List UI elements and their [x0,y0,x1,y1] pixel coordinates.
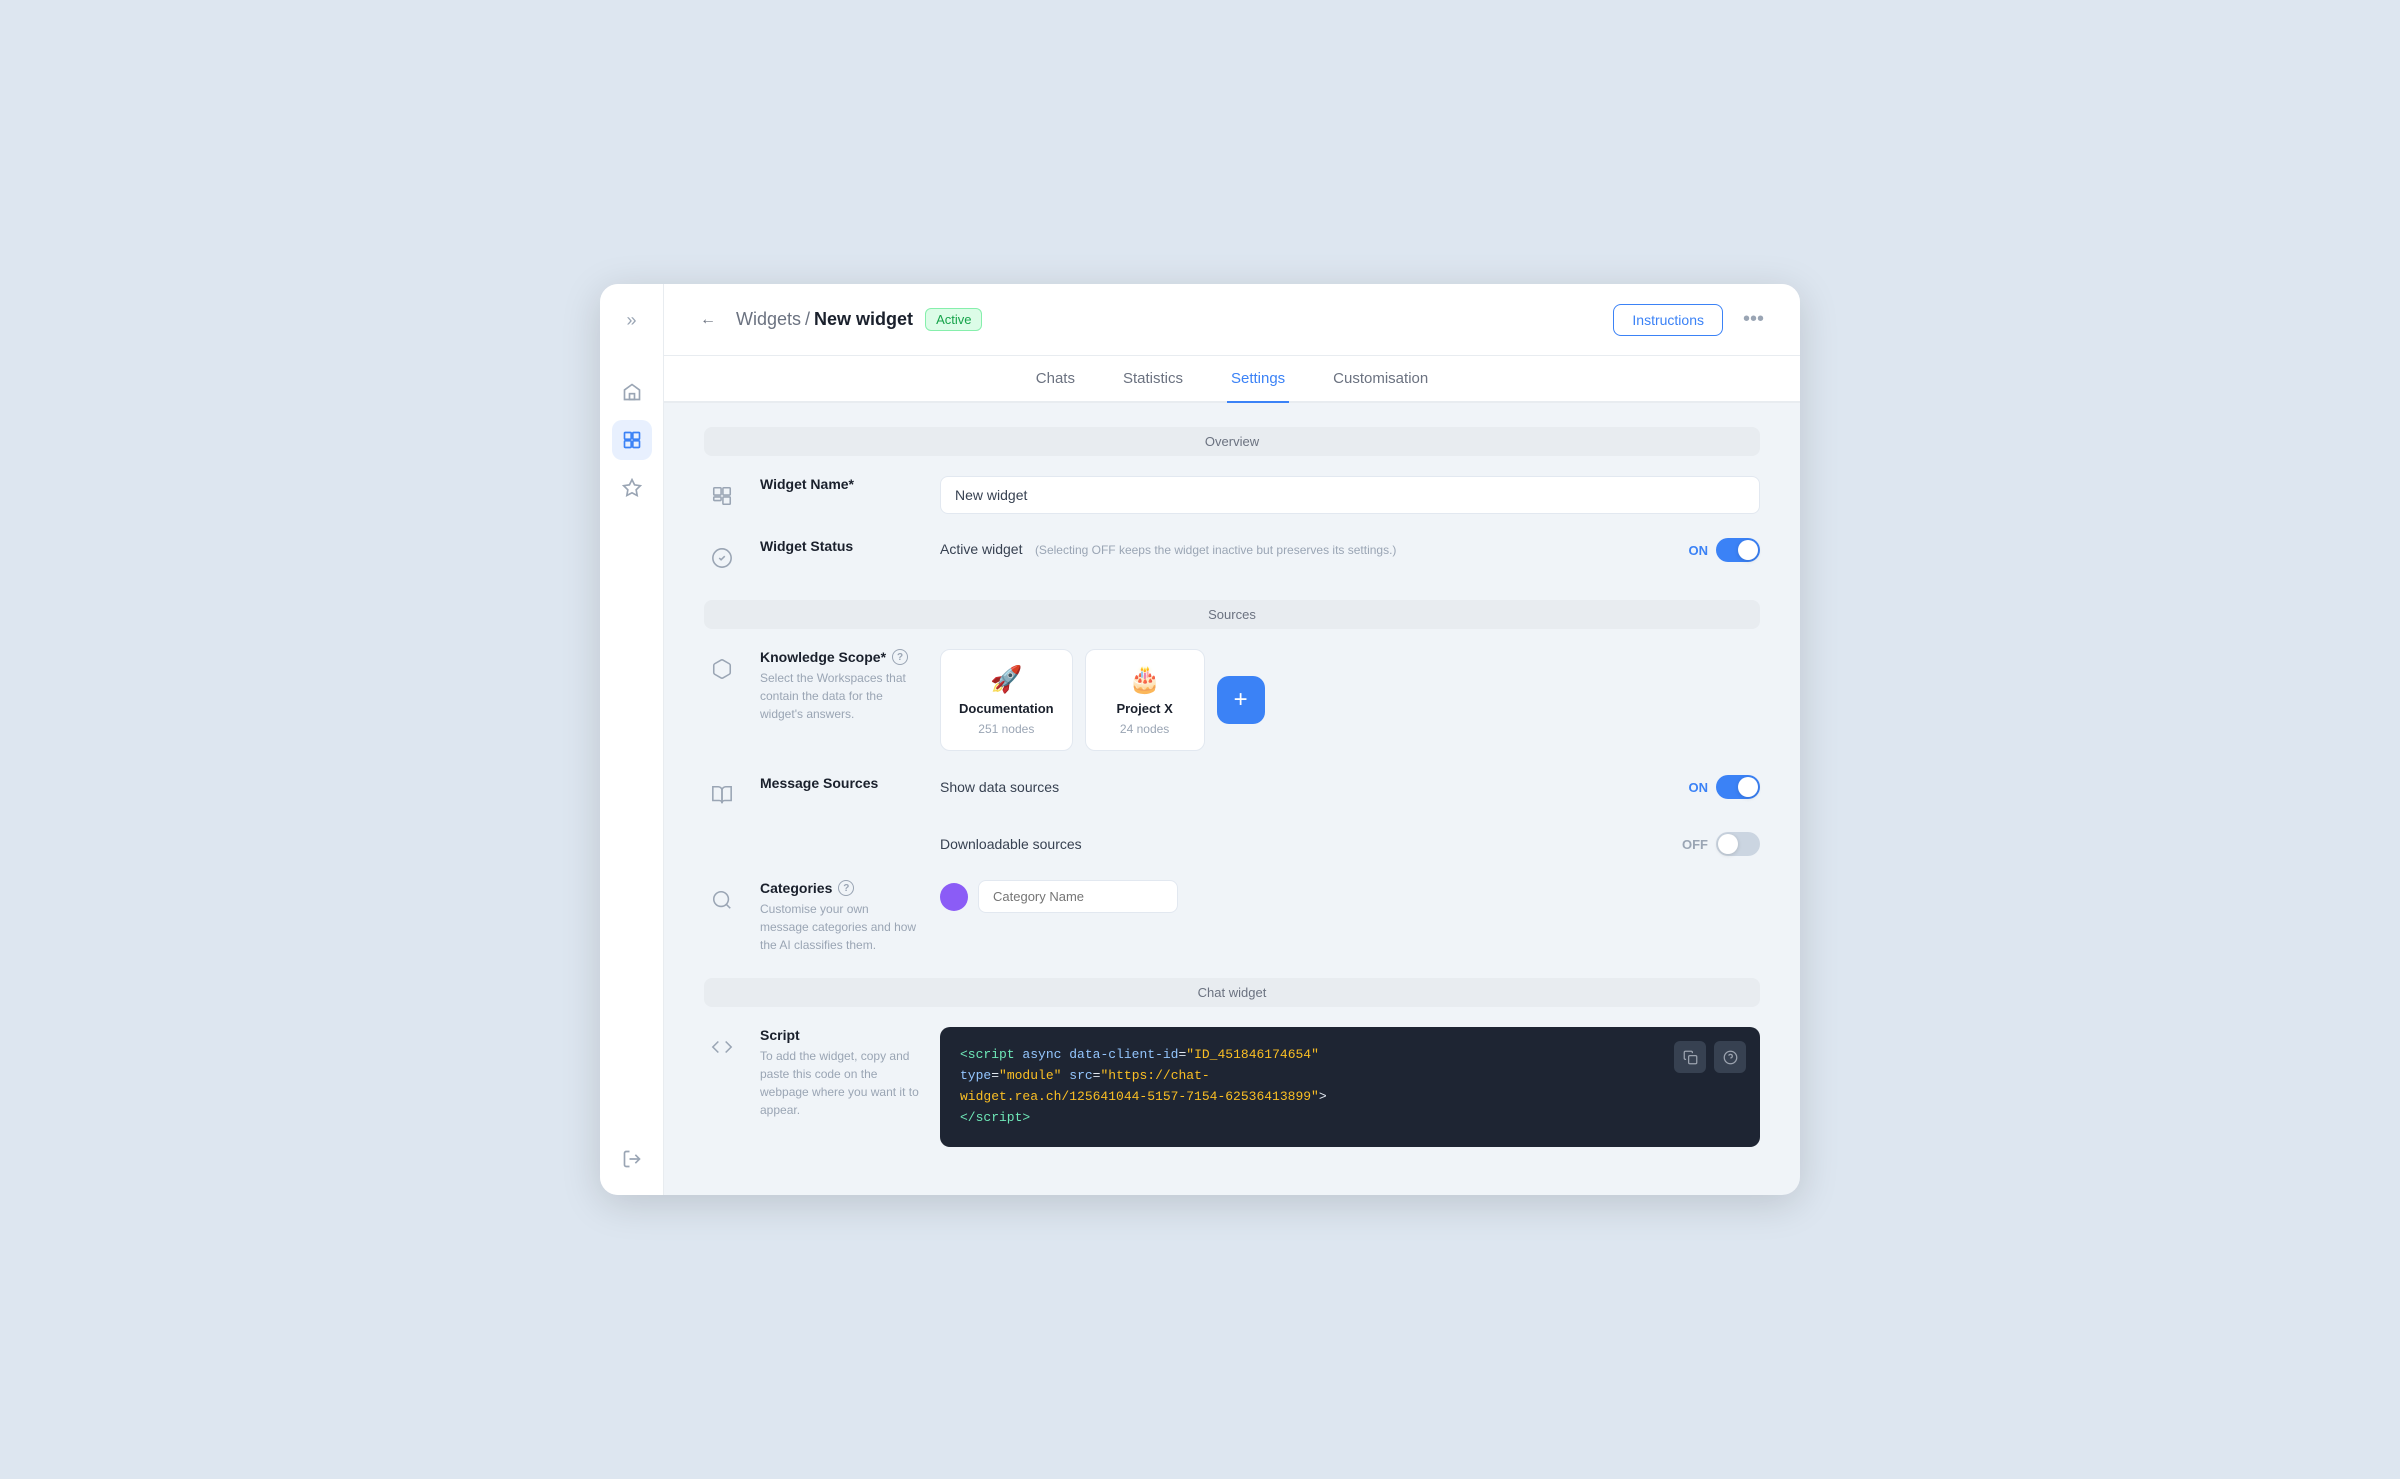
widget-status-icon [704,540,740,576]
script-icon [704,1029,740,1065]
script-label: Script [760,1027,920,1043]
message-sources-label-group: Message Sources [760,775,920,795]
breadcrumb-separator: / [805,309,810,330]
knowledge-scope-info-icon[interactable]: ? [892,649,908,665]
downloadable-sources-state: OFF [1682,837,1708,852]
script-code: <script async data-client-id="ID_4518461… [960,1045,1740,1128]
status-badge: Active [925,308,982,331]
categories-icon [704,882,740,918]
sidebar-item-favorites[interactable] [612,468,652,508]
categories-sublabel: Customise your own message categories an… [760,900,920,954]
tab-statistics[interactable]: Statistics [1119,356,1187,403]
back-button[interactable]: ← [692,304,724,336]
breadcrumb: Widgets / New widget [736,309,913,330]
tab-chats[interactable]: Chats [1032,356,1079,403]
tabs-bar: Chats Statistics Settings Customisation [664,356,1800,403]
project-x-nodes: 24 nodes [1120,722,1169,736]
widget-status-toggle-state: ON [1689,543,1709,558]
script-label-group: Script To add the widget, copy and paste… [760,1027,920,1119]
categories-label-group: Categories ? Customise your own message … [760,880,920,954]
widget-status-toggle-wrap: ON [1689,538,1761,562]
message-sources-label: Message Sources [760,775,920,791]
widget-status-toggle-row: Active widget (Selecting OFF keeps the w… [940,538,1760,562]
add-workspace-button[interactable]: + [1217,676,1265,724]
section-sources-label: Sources [704,600,1760,629]
knowledge-scope-label: Knowledge Scope* ? [760,649,920,665]
widget-status-label-group: Widget Status [760,538,920,558]
show-data-sources-row: Show data sources ON [940,775,1760,799]
widget-status-control: Active widget (Selecting OFF keeps the w… [940,538,1760,562]
widget-name-label: Widget Name* [760,476,920,492]
message-sources-icon [704,777,740,813]
sidebar-collapse-btn[interactable]: » [612,300,652,340]
widget-status-row: Widget Status Active widget (Selecting O… [704,538,1760,576]
project-x-name: Project X [1116,701,1172,716]
category-input-row [940,880,1760,913]
section-chat-widget-label: Chat widget [704,978,1760,1007]
script-box: <script async data-client-id="ID_4518461… [940,1027,1760,1146]
script-row: Script To add the widget, copy and paste… [704,1027,1760,1146]
tab-settings[interactable]: Settings [1227,356,1289,403]
widget-status-toggle[interactable] [1716,538,1760,562]
header: ← Widgets / New widget Active Instructio… [664,284,1800,356]
message-sources-toggles: Show data sources ON Downloadable source… [940,775,1760,856]
downloadable-sources-label: Downloadable sources [940,836,1082,852]
downloadable-sources-toggle[interactable] [1716,832,1760,856]
tab-customisation[interactable]: Customisation [1329,356,1432,403]
sidebar-item-widgets[interactable] [612,420,652,460]
widget-status-description: Active widget (Selecting OFF keeps the w… [940,541,1396,559]
help-script-button[interactable] [1714,1041,1746,1073]
show-data-sources-toggle[interactable] [1716,775,1760,799]
show-data-sources-state: ON [1689,780,1709,795]
header-right: Instructions ••• [1613,304,1772,336]
widget-name-row: Widget Name* [704,476,1760,514]
categories-label: Categories ? [760,880,920,896]
documentation-emoji: 🚀 [990,664,1022,695]
sidebar-item-home[interactable] [612,372,652,412]
knowledge-scope-control: 🚀 Documentation 251 nodes 🎂 Project X 24… [940,649,1760,751]
categories-control [940,880,1760,913]
category-color-picker[interactable] [940,883,968,911]
script-actions [1674,1041,1746,1073]
widget-name-label-group: Widget Name* [760,476,920,496]
copy-script-button[interactable] [1674,1041,1706,1073]
message-sources-control: Show data sources ON Downloadable source… [940,775,1760,856]
message-sources-row: Message Sources Show data sources ON [704,775,1760,856]
knowledge-scope-sublabel: Select the Workspaces that contain the d… [760,669,920,723]
more-options-button[interactable]: ••• [1735,304,1772,335]
documentation-nodes: 251 nodes [978,722,1034,736]
sidebar-logout-btn[interactable] [612,1139,652,1179]
knowledge-scope-label-group: Knowledge Scope* ? Select the Workspaces… [760,649,920,723]
section-overview-label: Overview [704,427,1760,456]
downloadable-sources-toggle-wrap: OFF [1682,832,1760,856]
downloadable-sources-row: Downloadable sources OFF [940,832,1760,856]
knowledge-card-documentation[interactable]: 🚀 Documentation 251 nodes [940,649,1073,751]
sidebar: » [600,284,664,1194]
breadcrumb-current: New widget [814,309,913,330]
widget-name-input[interactable] [940,476,1760,514]
show-data-sources-toggle-wrap: ON [1689,775,1761,799]
category-name-input[interactable] [978,880,1178,913]
widget-name-icon [704,478,740,514]
knowledge-cards: 🚀 Documentation 251 nodes 🎂 Project X 24… [940,649,1760,751]
header-left: ← Widgets / New widget Active [692,304,982,336]
knowledge-scope-icon [704,651,740,687]
instructions-button[interactable]: Instructions [1613,304,1723,336]
knowledge-scope-row: Knowledge Scope* ? Select the Workspaces… [704,649,1760,751]
widget-status-label: Widget Status [760,538,920,554]
main-content: ← Widgets / New widget Active Instructio… [664,284,1800,1194]
script-control: <script async data-client-id="ID_4518461… [940,1027,1760,1146]
settings-content: Overview Widget Name* Widget [664,403,1800,1194]
script-sublabel: To add the widget, copy and paste this c… [760,1047,920,1119]
knowledge-card-project-x[interactable]: 🎂 Project X 24 nodes [1085,649,1205,751]
documentation-name: Documentation [959,701,1054,716]
show-data-sources-label: Show data sources [940,779,1059,795]
project-x-emoji: 🎂 [1128,664,1160,695]
categories-row: Categories ? Customise your own message … [704,880,1760,954]
widget-name-control [940,476,1760,514]
categories-info-icon[interactable]: ? [838,880,854,896]
breadcrumb-parent: Widgets [736,309,801,330]
